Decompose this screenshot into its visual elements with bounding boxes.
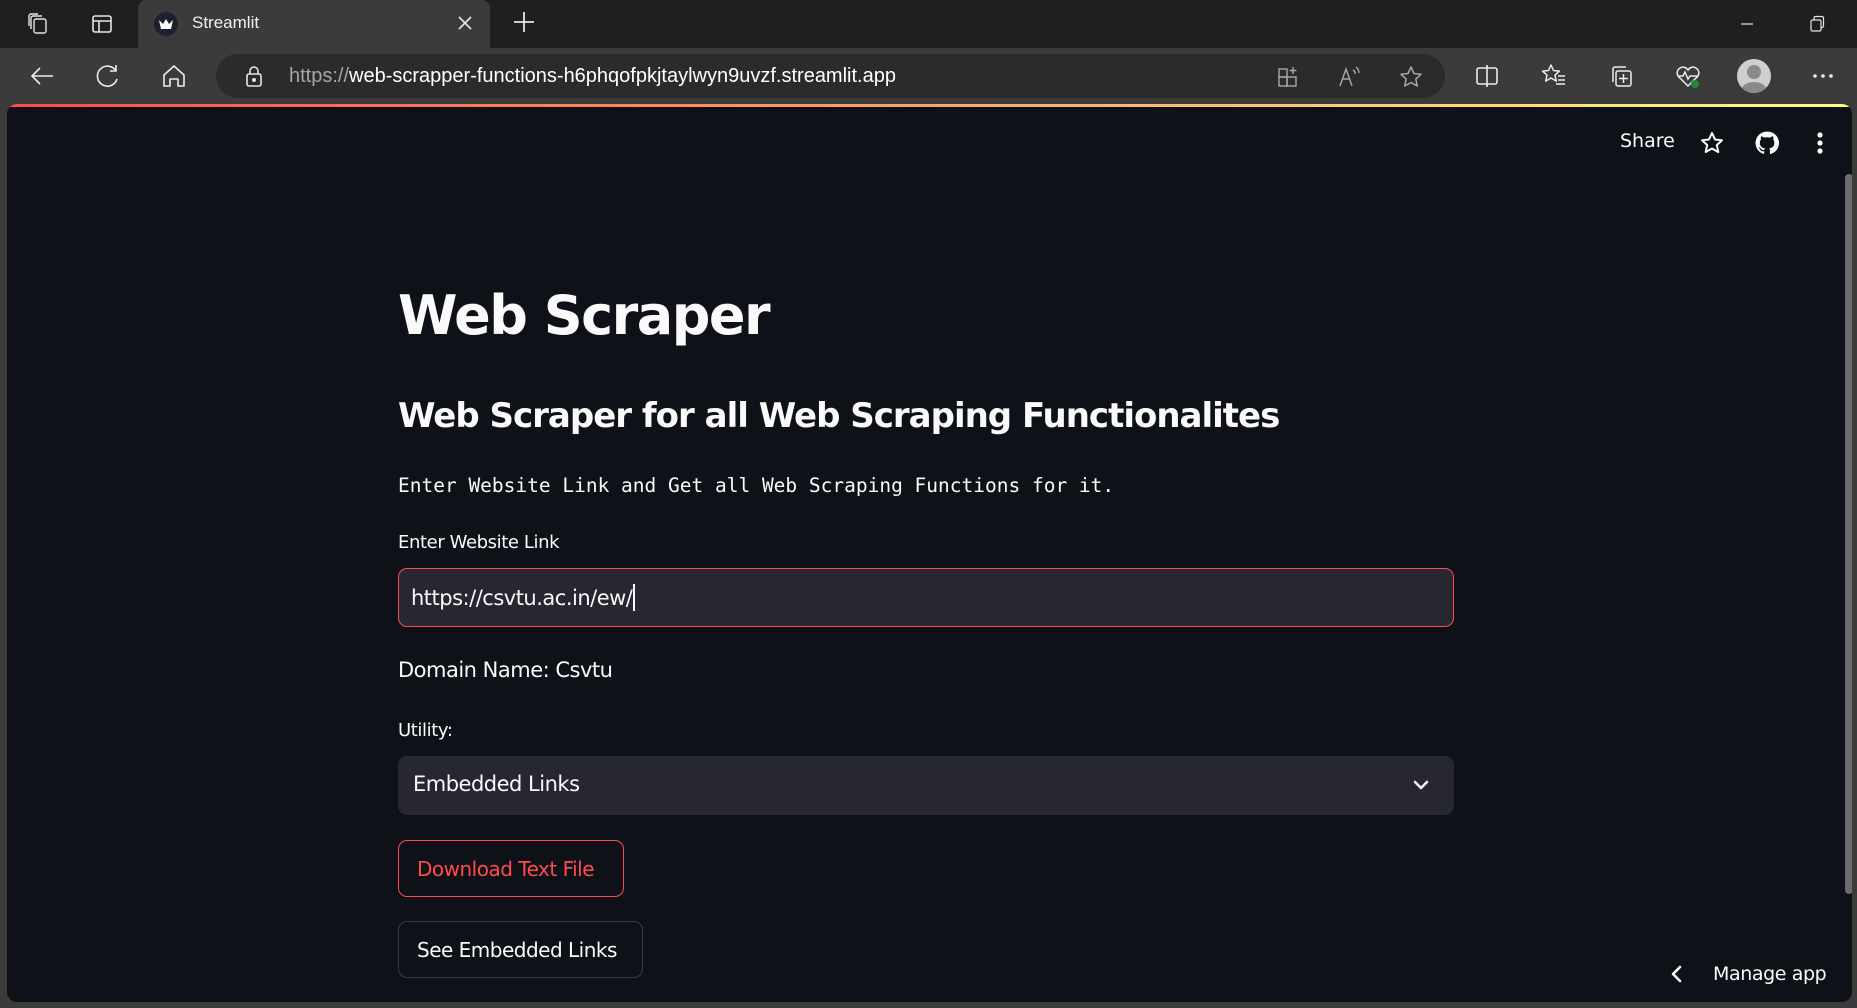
browser-essentials-icon[interactable]: [1674, 62, 1702, 90]
text-caret: [633, 584, 635, 611]
streamlit-crown-icon: [154, 12, 178, 36]
read-aloud-icon[interactable]: [1337, 64, 1363, 90]
input-text: https://csvtu.ac.in/ew/: [411, 586, 633, 610]
more-icon[interactable]: [1809, 62, 1837, 90]
page-scrollbar[interactable]: [1845, 174, 1852, 894]
tab-title: Streamlit: [192, 13, 260, 32]
minimize-icon: [1741, 23, 1753, 25]
browser-toolbar: https://web-scrapper-functions-h6phqofpk…: [0, 48, 1857, 104]
website-link-input[interactable]: https://csvtu.ac.in/ew/: [398, 568, 1454, 627]
share-button[interactable]: Share: [1620, 130, 1675, 152]
home-button[interactable]: [160, 62, 188, 90]
chevron-down-icon[interactable]: [1410, 774, 1432, 796]
app-header: Share: [7, 104, 1852, 176]
refresh-icon: [96, 65, 118, 87]
workspaces-icon[interactable]: [26, 12, 50, 36]
favorites-icon[interactable]: [1540, 62, 1568, 90]
browser-tab[interactable]: Streamlit: [138, 0, 490, 48]
back-button[interactable]: [28, 62, 56, 90]
utility-select-label: Utility:: [398, 720, 453, 741]
restore-icon: [1810, 15, 1825, 32]
utility-selected-value: Embedded Links: [413, 772, 580, 796]
url-host: web-scrapper-functions-h6phqofpkjtaylwyn…: [349, 65, 896, 87]
favorite-star-icon[interactable]: [1398, 64, 1424, 90]
plus-icon: [514, 12, 534, 32]
close-tab-icon[interactable]: [452, 10, 478, 36]
address-bar[interactable]: https://web-scrapper-functions-h6phqofpk…: [216, 54, 1445, 98]
utility-select[interactable]: Embedded Links: [398, 756, 1454, 815]
url-text[interactable]: https://web-scrapper-functions-h6phqofpk…: [289, 65, 896, 88]
github-icon[interactable]: [1752, 128, 1782, 158]
restore-button[interactable]: [1805, 12, 1829, 36]
page-subtitle: Web Scraper for all Web Scraping Functio…: [398, 396, 1280, 436]
manage-app-button[interactable]: Manage app: [1667, 954, 1827, 994]
website-link-value[interactable]: https://csvtu.ac.in/ew/: [411, 584, 635, 611]
back-icon: [30, 67, 53, 85]
home-icon: [163, 65, 185, 87]
collections-icon[interactable]: [1607, 62, 1635, 90]
star-icon[interactable]: [1697, 128, 1727, 158]
download-text-file-button[interactable]: Download Text File: [398, 840, 624, 897]
app-viewport: Share Web Scraper Web Scraper for all We…: [7, 104, 1852, 1002]
minimize-button[interactable]: [1735, 12, 1759, 36]
chevron-left-icon: [1671, 965, 1682, 983]
new-tab-button[interactable]: [510, 10, 538, 38]
refresh-button[interactable]: [94, 62, 122, 90]
manage-app-label: Manage app: [1713, 963, 1827, 985]
split-screen-icon[interactable]: [1473, 62, 1501, 90]
tab-actions-icon[interactable]: [90, 12, 114, 36]
kebab-menu-icon[interactable]: [1805, 128, 1835, 158]
link-input-label: Enter Website Link: [398, 532, 560, 553]
url-scheme: https://: [289, 65, 350, 87]
page-title: Web Scraper: [398, 284, 771, 347]
domain-name-text: Domain Name: Csvtu: [398, 658, 613, 682]
lock-icon[interactable]: [242, 64, 266, 88]
see-embedded-links-button[interactable]: See Embedded Links: [398, 921, 643, 978]
description-code-text: Enter Website Link and Get all Web Scrap…: [398, 474, 1115, 497]
browser-titlebar: Streamlit: [0, 0, 1857, 48]
profile-avatar[interactable]: [1737, 59, 1771, 93]
app-available-icon[interactable]: [1276, 64, 1302, 90]
